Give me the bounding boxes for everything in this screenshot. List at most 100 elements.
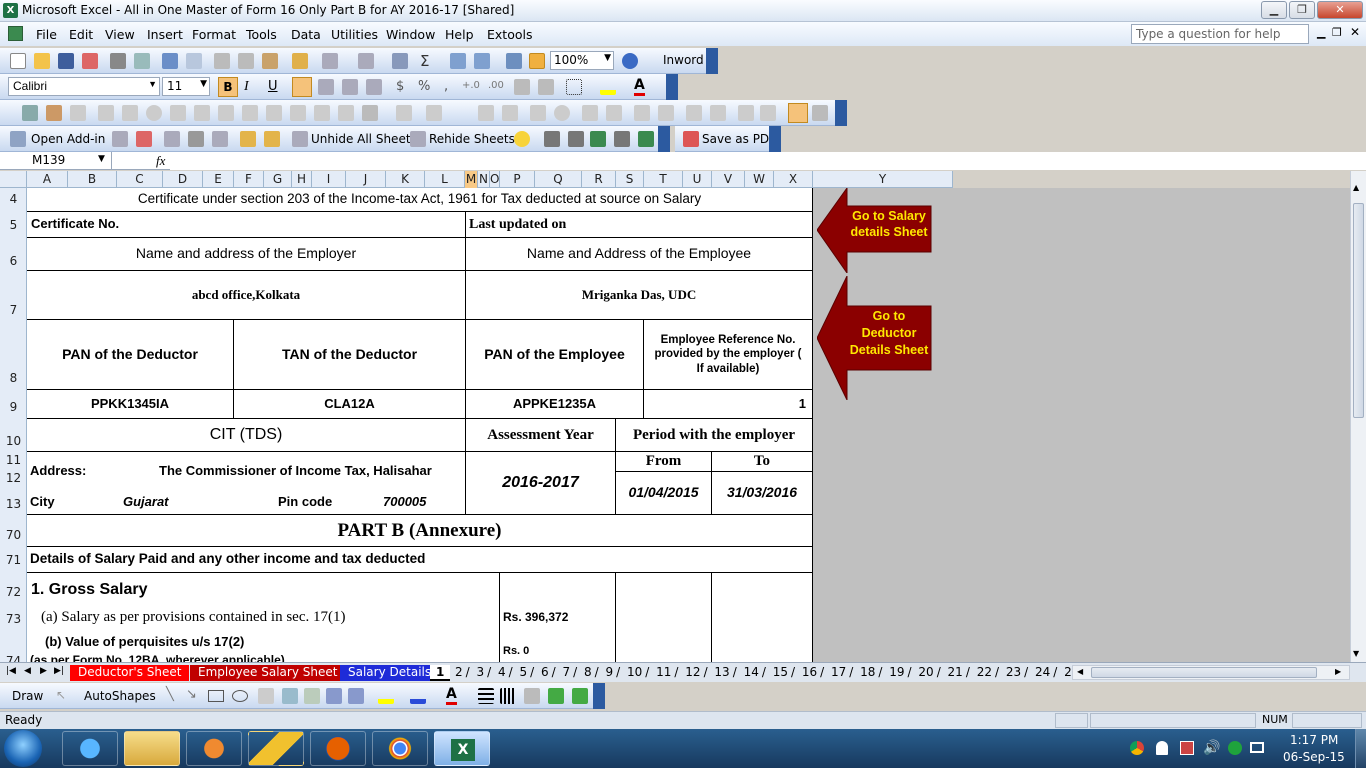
col-header[interactable]: R <box>582 171 616 188</box>
tab-sheet[interactable]: 14 <box>741 665 762 679</box>
tab-sheet[interactable]: 24 <box>1032 665 1053 679</box>
arrow-icon[interactable]: ↘ <box>186 687 197 702</box>
line-icon[interactable]: ╲ <box>166 687 174 702</box>
wordart-icon[interactable] <box>282 688 298 704</box>
menu-utilities[interactable]: Utilities <box>331 27 378 42</box>
toggle-grid-icon[interactable] <box>760 105 776 121</box>
chart-icon[interactable] <box>568 131 584 147</box>
autoshapes-menu[interactable]: AutoShapes <box>84 689 156 703</box>
prev-sheet-icon[interactable]: ◀ <box>24 666 31 676</box>
draw-menu[interactable]: Draw <box>12 689 43 703</box>
row-header[interactable]: 71 <box>0 553 27 567</box>
form-heading[interactable]: Certificate under section 203 of the Inc… <box>27 188 813 212</box>
tools-app-icon[interactable] <box>248 731 304 766</box>
tab-sheet[interactable]: 7 <box>560 665 574 679</box>
horizontal-scrollbar[interactable]: ◀ ▶ <box>1072 665 1350 680</box>
minimize-button[interactable]: ▁ <box>1261 1 1287 19</box>
align-right-icon[interactable] <box>342 79 358 95</box>
hyperlink-icon[interactable] <box>392 53 408 69</box>
h-scroll-thumb[interactable] <box>1091 667 1317 678</box>
grid-icon[interactable] <box>788 103 808 123</box>
col-header[interactable]: N <box>478 171 490 188</box>
comma-icon[interactable]: , <box>444 79 448 94</box>
toolbar-options-icon[interactable] <box>593 683 605 709</box>
col-header[interactable]: J <box>346 171 386 188</box>
permission-icon[interactable] <box>82 53 98 69</box>
toolbar-options-icon[interactable] <box>658 126 670 152</box>
col-header[interactable]: A <box>27 171 68 188</box>
tab-sheet[interactable]: 2 <box>452 665 466 679</box>
col-header[interactable]: D <box>163 171 203 188</box>
tab-sheet[interactable]: 17 <box>828 665 849 679</box>
unlock-icon[interactable] <box>240 131 256 147</box>
col-header[interactable]: V <box>712 171 745 188</box>
window-icon[interactable] <box>164 131 180 147</box>
open-icon[interactable] <box>34 53 50 69</box>
tab-sheet[interactable]: 10 <box>624 665 645 679</box>
view-code-icon[interactable] <box>738 105 754 121</box>
spinner-icon[interactable] <box>242 105 258 121</box>
employee-name[interactable]: Mriganka Das, UDC <box>466 271 813 320</box>
command-icon[interactable] <box>502 105 518 121</box>
tab-sheet-1-active[interactable]: 1 <box>430 665 451 681</box>
row-header[interactable]: 7 <box>0 303 27 317</box>
tab-sheet[interactable]: 18 <box>857 665 878 679</box>
col-header[interactable]: L <box>425 171 465 188</box>
row-header[interactable]: 9 <box>0 400 27 414</box>
maximize-button[interactable]: ❐ <box>1289 1 1315 19</box>
toolbar-options-icon[interactable] <box>769 126 781 152</box>
scroll-down-icon[interactable]: ▼ <box>1353 649 1359 658</box>
employee-reference-value[interactable]: 1 <box>644 390 813 419</box>
aa-icon[interactable] <box>396 105 412 121</box>
properties-icon[interactable] <box>710 105 726 121</box>
decrease-decimal-icon[interactable]: .00 <box>488 80 504 91</box>
menu-extools[interactable]: Extools <box>487 27 532 42</box>
close-button[interactable]: ✕ <box>1317 1 1363 19</box>
col-header[interactable]: E <box>203 171 234 188</box>
show-desktop-button[interactable] <box>1355 729 1366 768</box>
tab-sheet[interactable]: 21 <box>945 665 966 679</box>
paste-icon[interactable] <box>262 53 278 69</box>
select-objects-icon[interactable]: ↖ <box>56 688 66 702</box>
font-size-select[interactable]: 11 ▼ <box>162 77 210 96</box>
spreadsheet-icon[interactable] <box>638 131 654 147</box>
borders-icon[interactable] <box>566 79 582 95</box>
underline-icon[interactable]: U <box>268 79 278 94</box>
font-color-icon[interactable]: A <box>446 686 457 705</box>
col-header[interactable]: I <box>312 171 346 188</box>
col-header[interactable]: C <box>117 171 163 188</box>
check-control-icon[interactable] <box>530 105 546 121</box>
fx-icon[interactable]: fx <box>156 153 165 169</box>
cit-tds-label[interactable]: CIT (TDS) <box>27 419 466 452</box>
menu-window[interactable]: Window <box>386 27 435 42</box>
list-box-icon[interactable] <box>170 105 186 121</box>
tab-salary-details[interactable]: Salary Details <box>340 665 440 681</box>
row-header[interactable]: 73 <box>0 612 27 626</box>
label-icon[interactable] <box>22 105 38 121</box>
tab-sheet[interactable]: 20 <box>915 665 936 679</box>
toggle-control-icon[interactable] <box>634 105 650 121</box>
employer-name[interactable]: abcd office,Kolkata <box>27 271 466 320</box>
certificate-no-label[interactable]: Certificate No. <box>27 212 466 238</box>
arrow-style-icon[interactable] <box>524 688 540 704</box>
copy-icon[interactable] <box>238 53 254 69</box>
redo-icon[interactable] <box>358 53 374 69</box>
rectangle-icon[interactable] <box>208 690 224 702</box>
tan-deductor-label[interactable]: TAN of the Deductor <box>234 320 466 390</box>
chrome-icon[interactable] <box>372 731 428 766</box>
workbook-restore-icon[interactable]: ❐ <box>1332 26 1342 39</box>
zoom-select[interactable]: 100% ▼ <box>550 51 614 70</box>
col-header[interactable]: S <box>616 171 644 188</box>
font-color-icon[interactable]: A <box>634 77 645 96</box>
image-control-icon[interactable] <box>338 105 354 121</box>
tab-sheet[interactable]: 3 <box>474 665 488 679</box>
italic-icon[interactable]: I <box>244 79 249 95</box>
col-header[interactable]: F <box>234 171 264 188</box>
row-header[interactable]: 70 <box>0 528 27 542</box>
workbook-close-icon[interactable]: ✕ <box>1350 25 1360 39</box>
3d-icon[interactable] <box>572 688 588 704</box>
calculator-icon[interactable] <box>614 131 630 147</box>
col-header-active[interactable]: M <box>465 171 478 188</box>
tab-sheet[interactable]: 15 <box>770 665 791 679</box>
scroll-up-icon[interactable]: ▲ <box>1353 183 1359 192</box>
